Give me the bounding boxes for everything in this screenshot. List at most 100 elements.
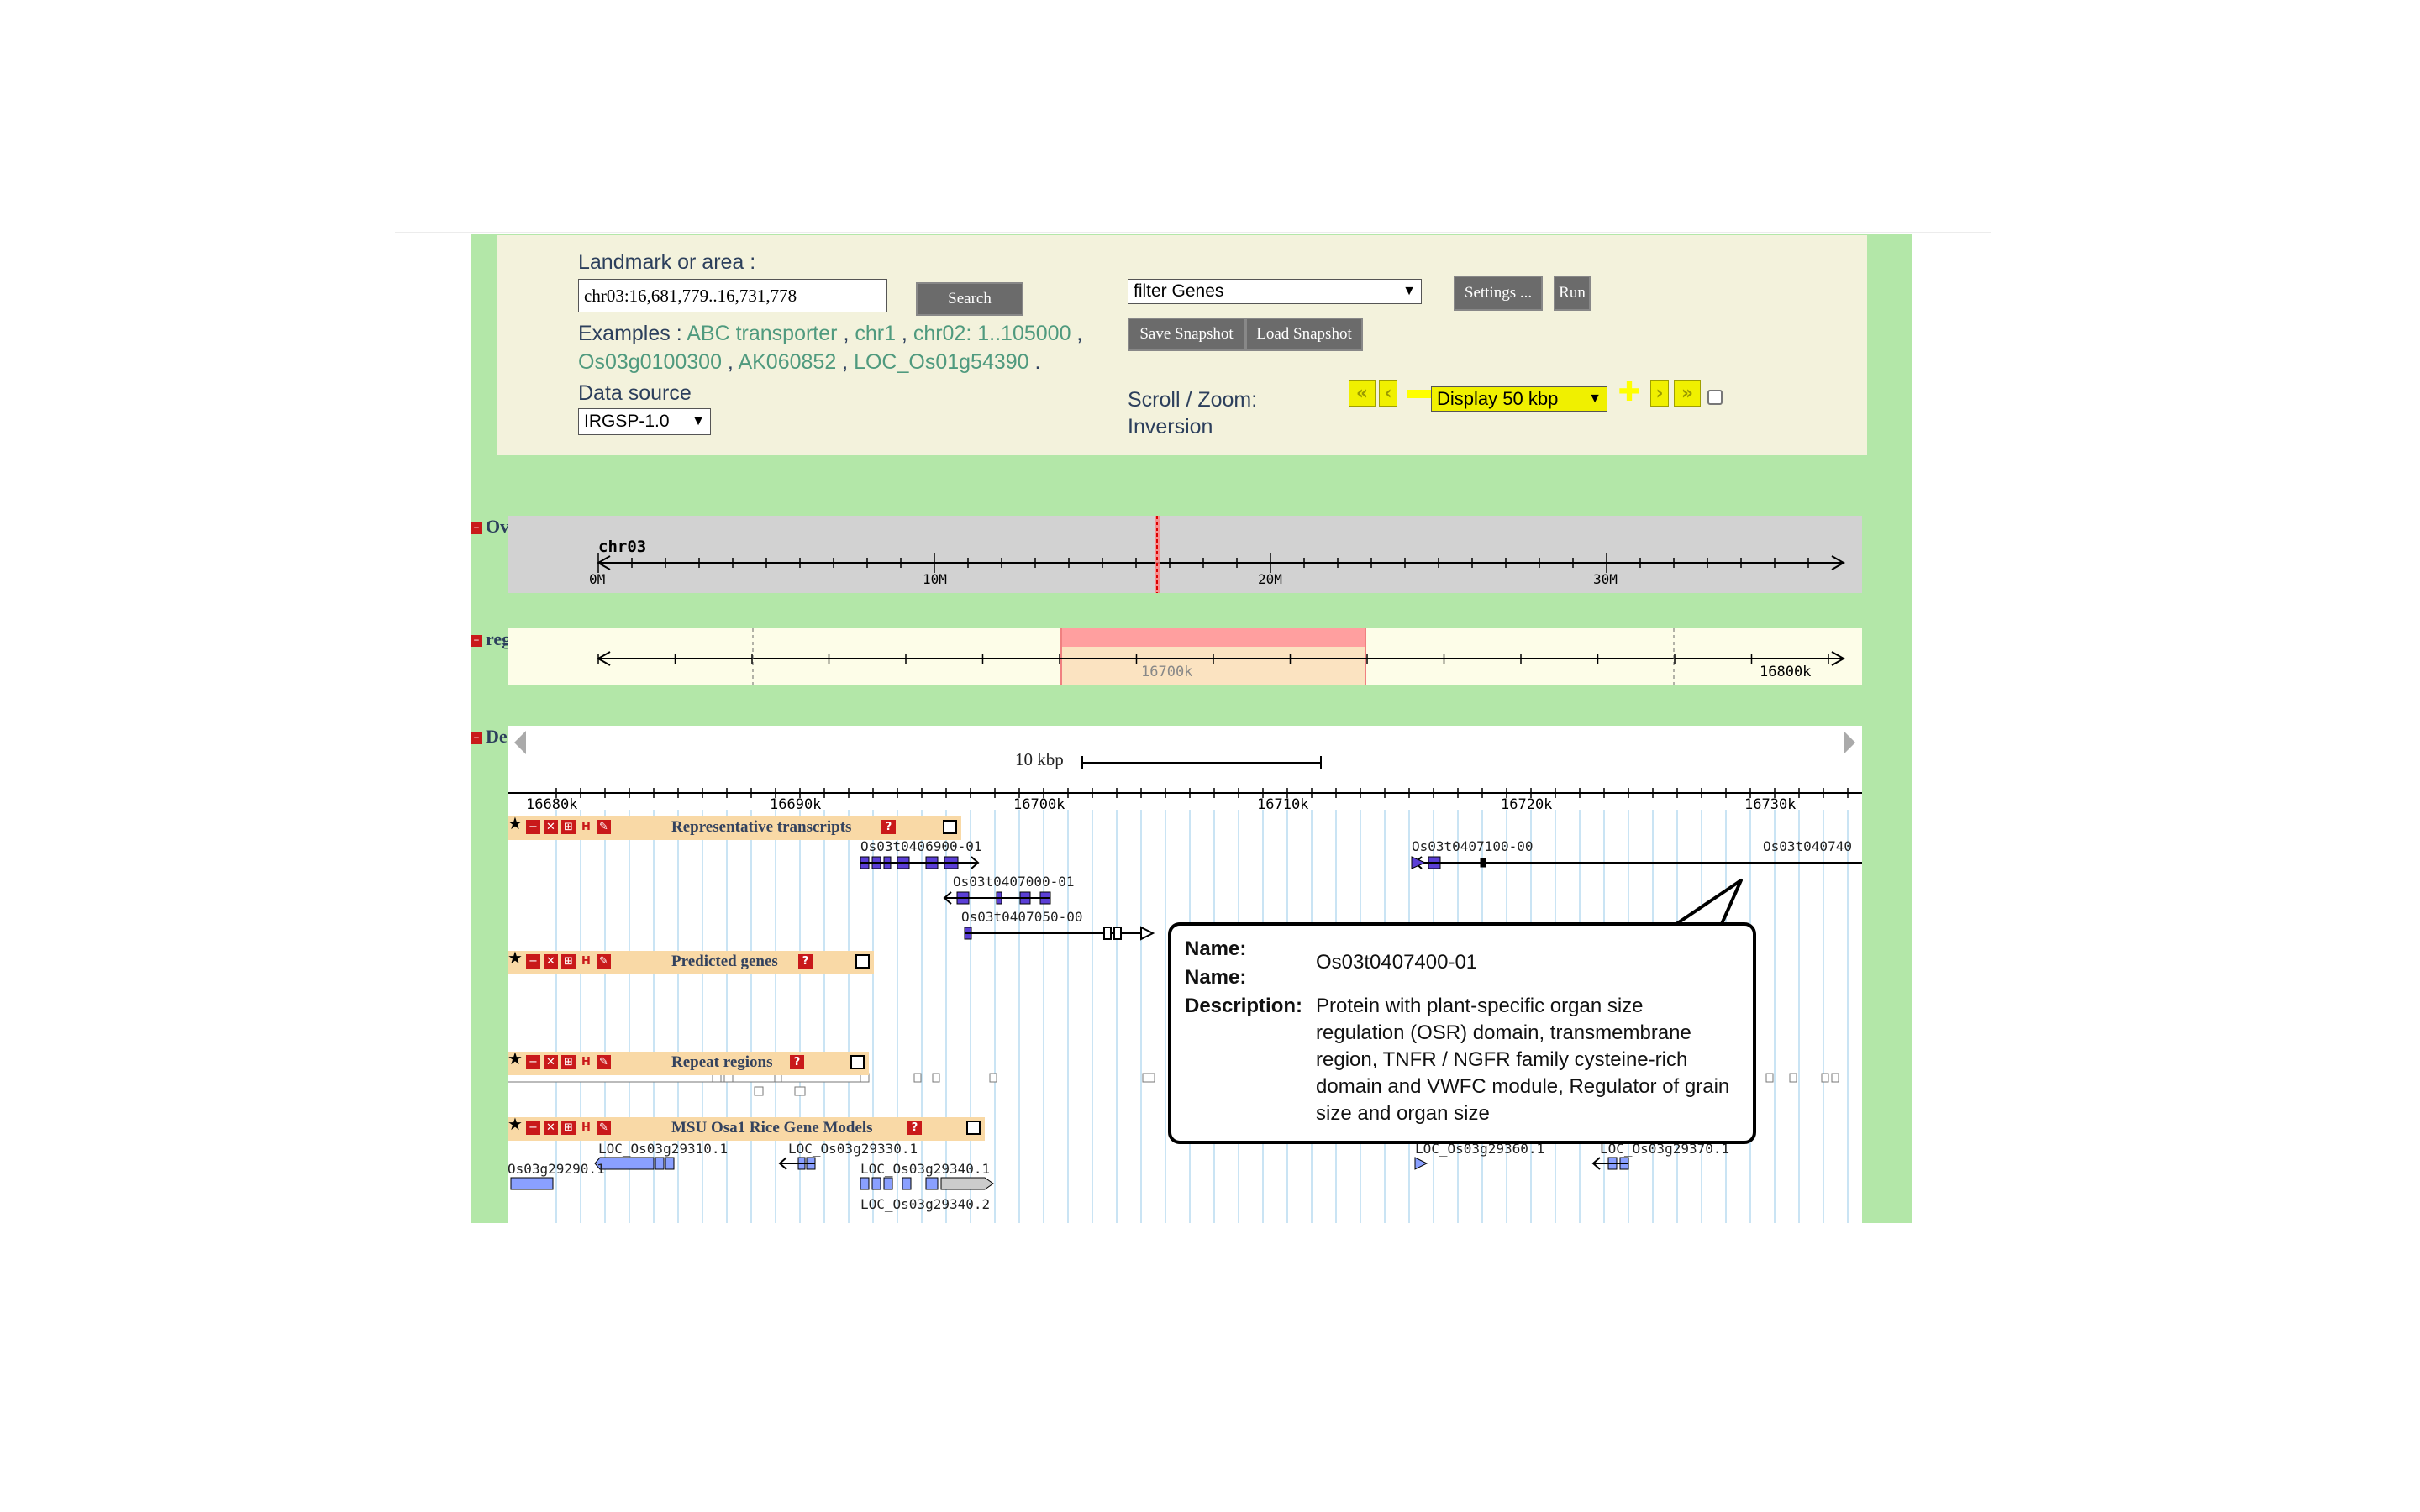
gene-label[interactable]: Os03t0407100-00 bbox=[1412, 838, 1534, 854]
scroll-far-left-icon[interactable]: « bbox=[1349, 380, 1376, 407]
track-title-repeat: Repeat regions bbox=[671, 1053, 773, 1071]
popout-icon[interactable] bbox=[855, 954, 870, 969]
resize-icon[interactable]: H bbox=[579, 1055, 593, 1069]
chevron-down-icon: ▼ bbox=[692, 414, 705, 428]
inversion-checkbox[interactable] bbox=[1707, 390, 1723, 405]
overview-tick-10m: 10M bbox=[923, 571, 947, 587]
collapse-icon[interactable]: − bbox=[526, 1055, 540, 1069]
region-track[interactable]: 16700k 16800k bbox=[508, 628, 1862, 685]
star-icon[interactable]: ★ bbox=[508, 949, 523, 966]
landmark-input[interactable]: chr03:16,681,779..16,731,778 bbox=[578, 279, 887, 312]
edit-icon[interactable]: ✎ bbox=[597, 954, 611, 969]
resize-icon[interactable]: H bbox=[579, 954, 593, 969]
scroll-left-icon[interactable]: ‹ bbox=[1379, 380, 1397, 407]
close-icon[interactable]: ✕ bbox=[544, 1121, 558, 1135]
overview-tick-30m: 30M bbox=[1593, 571, 1618, 587]
overview-track[interactable]: chr03 0M 10M 20M 30M bbox=[508, 516, 1862, 593]
zoom-in-icon[interactable]: ✚ bbox=[1616, 378, 1643, 405]
detail-tick-16710k: 16710k bbox=[1257, 796, 1309, 813]
top-divider bbox=[395, 232, 1991, 233]
region-tick-16800k: 16800k bbox=[1760, 664, 1812, 680]
edit-icon[interactable]: ✎ bbox=[597, 1121, 611, 1135]
scroll-far-right-icon[interactable]: » bbox=[1674, 380, 1701, 407]
star-icon[interactable]: ★ bbox=[508, 815, 523, 832]
track-title-representative: Representative transcripts bbox=[671, 818, 852, 836]
popup-description-key: Description: bbox=[1185, 995, 1303, 1017]
share-icon[interactable]: ⊞ bbox=[561, 1121, 576, 1135]
example-link-chr1[interactable]: chr1 bbox=[855, 322, 896, 345]
help-icon[interactable]: ? bbox=[881, 820, 896, 834]
detail-tick-16720k: 16720k bbox=[1501, 796, 1553, 813]
collapse-icon[interactable]: − bbox=[471, 635, 482, 647]
popout-icon[interactable] bbox=[850, 1055, 865, 1069]
popout-icon[interactable] bbox=[943, 820, 957, 834]
track-header-representative[interactable]: ★ − ✕ ⊞ H ✎ Representative transcripts ? bbox=[508, 815, 961, 840]
detail-tick-16700k: 16700k bbox=[1013, 796, 1065, 813]
example-link-ak060852[interactable]: AK060852 bbox=[738, 350, 836, 374]
resize-icon[interactable]: H bbox=[579, 820, 593, 834]
datasource-label: Data source bbox=[578, 381, 692, 405]
scroll-zoom-label: Scroll / Zoom: bbox=[1128, 388, 1258, 412]
help-icon[interactable]: ? bbox=[790, 1055, 804, 1069]
resize-icon[interactable]: H bbox=[579, 1121, 593, 1135]
chevron-down-icon: ▼ bbox=[1402, 284, 1416, 298]
edit-icon[interactable]: ✎ bbox=[597, 1055, 611, 1069]
track-header-msu[interactable]: ★ − ✕ ⊞ H ✎ MSU Osa1 Rice Gene Models ? bbox=[508, 1116, 985, 1141]
share-icon[interactable]: ⊞ bbox=[561, 820, 576, 834]
example-link-chr02[interactable]: chr02: 1..105000 bbox=[913, 322, 1071, 345]
load-snapshot-button[interactable]: Load Snapshot bbox=[1245, 318, 1363, 351]
track-title-msu: MSU Osa1 Rice Gene Models bbox=[671, 1119, 873, 1137]
overview-ruler bbox=[596, 516, 1846, 593]
collapse-icon[interactable]: − bbox=[526, 820, 540, 834]
gene-label[interactable]: LOC_Os03g29310.1 bbox=[598, 1141, 728, 1157]
overview-tick-0m: 0M bbox=[589, 571, 606, 587]
popup-description-value: Protein with plant-specific organ size r… bbox=[1316, 995, 1730, 1125]
share-icon[interactable]: ⊞ bbox=[561, 954, 576, 969]
detail-tick-16690k: 16690k bbox=[770, 796, 822, 813]
scale-bar-label: 10 kbp bbox=[1015, 749, 1064, 769]
settings-button[interactable]: Settings ... bbox=[1454, 276, 1543, 311]
example-link-abc[interactable]: ABC transporter bbox=[687, 322, 837, 345]
track-header-predicted[interactable]: ★ − ✕ ⊞ H ✎ Predicted genes ? bbox=[508, 949, 874, 974]
help-icon[interactable]: ? bbox=[798, 954, 813, 969]
gene-info-popup: Name: Name: Os03t0407400-01 Description:… bbox=[1168, 922, 1756, 1144]
overview-tick-20m: 20M bbox=[1258, 571, 1282, 587]
landmark-label: Landmark or area : bbox=[578, 250, 756, 274]
star-icon[interactable]: ★ bbox=[508, 1050, 523, 1067]
filter-select[interactable]: filter Genes ▼ bbox=[1128, 279, 1422, 304]
gene-label[interactable]: LOC_Os03g29340.1 bbox=[860, 1161, 990, 1177]
search-button[interactable]: Search bbox=[916, 282, 1023, 316]
collapse-icon[interactable]: − bbox=[471, 522, 482, 534]
search-area: Landmark or area : chr03:16,681,779..16,… bbox=[497, 235, 1867, 455]
gene-label[interactable]: Os03t040740 bbox=[1763, 838, 1852, 854]
help-icon[interactable]: ? bbox=[908, 1121, 922, 1135]
collapse-icon[interactable]: − bbox=[526, 954, 540, 969]
scroll-right-icon[interactable]: › bbox=[1650, 380, 1669, 407]
close-icon[interactable]: ✕ bbox=[544, 820, 558, 834]
collapse-icon[interactable]: − bbox=[526, 1121, 540, 1135]
edit-icon[interactable]: ✎ bbox=[597, 820, 611, 834]
zoom-select[interactable]: Display 50 kbp ▼ bbox=[1431, 386, 1607, 412]
share-icon[interactable]: ⊞ bbox=[561, 1055, 576, 1069]
gene-label[interactable]: Os03g29290.1 bbox=[508, 1161, 605, 1177]
track-header-repeat[interactable]: ★ − ✕ ⊞ H ✎ Repeat regions ? bbox=[508, 1050, 869, 1075]
example-link-os03g[interactable]: Os03g0100300 bbox=[578, 350, 722, 374]
close-icon[interactable]: ✕ bbox=[544, 1055, 558, 1069]
run-button[interactable]: Run bbox=[1554, 276, 1591, 311]
gene-label[interactable]: Os03t0407000-01 bbox=[953, 874, 1075, 890]
popup-name-value: Os03t0407400-01 bbox=[1316, 951, 1478, 974]
datasource-select[interactable]: IRGSP-1.0 ▼ bbox=[578, 408, 711, 435]
star-icon[interactable]: ★ bbox=[508, 1116, 523, 1132]
save-snapshot-button[interactable]: Save Snapshot bbox=[1128, 318, 1245, 351]
popup-name-key: Name: bbox=[1185, 937, 1247, 960]
examples-block: Examples : ABC transporter , chr1 , chr0… bbox=[578, 322, 1083, 374]
detail-tick-16730k: 16730k bbox=[1744, 796, 1797, 813]
gene-label[interactable]: Os03t0406900-01 bbox=[860, 838, 982, 854]
gene-label[interactable]: Os03t0407050-00 bbox=[961, 909, 1083, 925]
popout-icon[interactable] bbox=[966, 1121, 981, 1135]
close-icon[interactable]: ✕ bbox=[544, 954, 558, 969]
collapse-icon[interactable]: − bbox=[471, 732, 482, 744]
gene-label[interactable]: LOC_Os03g29330.1 bbox=[788, 1141, 918, 1157]
gene-label[interactable]: LOC_Os03g29340.2 bbox=[860, 1196, 990, 1212]
example-link-loc[interactable]: LOC_Os01g54390 bbox=[854, 350, 1028, 374]
